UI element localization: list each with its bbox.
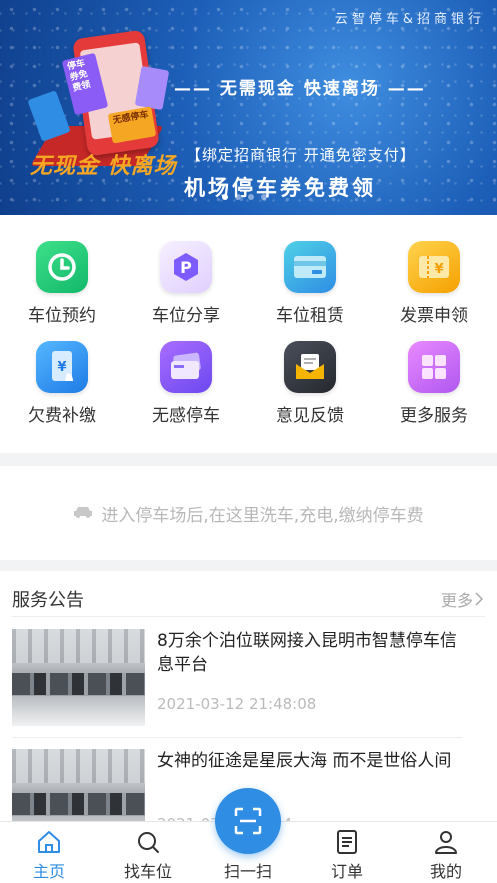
service-invoice[interactable]: ¥ 发票申领 — [372, 241, 496, 326]
tab-find-space[interactable]: 找车位 — [108, 828, 188, 882]
news-date: 2021-03-12 21:48:08 — [157, 695, 317, 713]
user-icon — [406, 828, 486, 856]
carousel-dots[interactable] — [222, 194, 267, 200]
service-reserve-space[interactable]: 车位预约 — [0, 241, 124, 326]
scan-button[interactable] — [215, 788, 281, 854]
thumb-floor — [12, 696, 145, 726]
carousel-dot[interactable] — [248, 194, 254, 200]
tip-text: 进入停车场后,在这里洗车,充电,缴纳停车费 — [101, 505, 424, 526]
order-list-icon — [307, 828, 387, 856]
chevron-right-icon — [475, 591, 484, 606]
parking-p-icon: P — [160, 241, 212, 293]
announcement-header: 服务公告 更多 — [12, 581, 485, 617]
service-label: 车位租赁 — [276, 306, 344, 326]
card-icon — [284, 241, 336, 293]
news-title: 8万余个泊位联网接入昆明市智慧停车信息平台 — [157, 631, 457, 675]
clock-icon — [36, 241, 88, 293]
service-label: 意见反馈 — [276, 406, 344, 426]
promo-banner[interactable]: 云智停车&招商银行 停车券免费领 无感停车 无现金 快离场 —— 无需现金 快速… — [0, 0, 497, 215]
service-label: 车位预约 — [28, 306, 96, 326]
banner-bind-text: 【绑定招商银行 开通免密支付】 — [186, 146, 416, 164]
thumb-cars — [12, 673, 145, 695]
banner-headline: 机场停车券免费领 — [184, 176, 376, 200]
service-share-space[interactable]: P 车位分享 — [124, 241, 248, 326]
tab-home[interactable]: 主页 — [9, 828, 89, 882]
search-icon — [108, 828, 188, 856]
svg-text:¥: ¥ — [434, 262, 443, 277]
contactless-card-icon — [160, 341, 212, 393]
news-thumbnail — [12, 629, 145, 726]
news-item[interactable]: 8万余个泊位联网接入昆明市智慧停车信息平台 2021-03-12 21:48:0… — [12, 629, 462, 739]
tab-label: 找车位 — [123, 862, 172, 881]
news-thumbnail — [12, 749, 145, 823]
mail-icon — [284, 341, 336, 393]
ticket-graphic — [134, 65, 170, 111]
tab-label: 我的 — [429, 862, 462, 881]
thumb-cars — [12, 793, 145, 815]
carousel-dot[interactable] — [222, 194, 228, 200]
service-feedback[interactable]: 意见反馈 — [248, 341, 372, 426]
more-label: 更多 — [440, 590, 473, 610]
tab-orders[interactable]: 订单 — [307, 828, 387, 882]
service-label: 无感停车 — [152, 406, 220, 426]
banner-brand: 云智停车&招商银行 — [334, 12, 485, 27]
service-grid: 车位预约 P 车位分享 车位租赁 ¥ 发票申领 ¥ 欠费补缴 无感停车 意见反馈… — [0, 215, 497, 453]
scan-icon — [234, 807, 262, 835]
parking-tip[interactable]: 进入停车场后,在这里洗车,充电,缴纳停车费 — [0, 466, 497, 560]
service-rent-space[interactable]: 车位租赁 — [248, 241, 372, 326]
tab-mine[interactable]: 我的 — [406, 828, 486, 882]
home-icon — [9, 828, 89, 856]
service-label: 发票申领 — [400, 306, 468, 326]
yen-ticket-icon: ¥ — [408, 241, 460, 293]
service-label: 更多服务 — [400, 406, 468, 426]
car-icon — [73, 504, 93, 523]
divider — [12, 737, 462, 738]
news-title: 女神的征途是星辰大海 而不是世俗人间 — [157, 751, 452, 771]
svg-text:¥: ¥ — [57, 360, 66, 375]
service-more[interactable]: 更多服务 — [372, 341, 496, 426]
carousel-dot[interactable] — [261, 194, 267, 200]
banner-slogan: —— 无需现金 快速离场 —— — [174, 79, 426, 99]
service-label: 欠费补缴 — [28, 406, 96, 426]
phone-pay-icon: ¥ — [36, 341, 88, 393]
thumb-ceiling — [12, 749, 145, 783]
grid-icon — [408, 341, 460, 393]
tab-label: 主页 — [32, 862, 65, 881]
carousel-dot[interactable] — [235, 194, 241, 200]
app-screen: 云智停车&招商银行 停车券免费领 无感停车 无现金 快离场 —— 无需现金 快速… — [0, 0, 497, 883]
banner-script-text: 无现金 快离场 — [30, 154, 177, 179]
more-link[interactable]: 更多 — [441, 587, 485, 611]
thumb-ceiling — [12, 629, 145, 663]
service-contactless-parking[interactable]: 无感停车 — [124, 341, 248, 426]
service-label: 车位分享 — [152, 306, 220, 326]
tab-label: 扫一扫 — [223, 862, 272, 881]
svg-text:P: P — [180, 258, 192, 277]
service-pay-arrears[interactable]: ¥ 欠费补缴 — [0, 341, 124, 426]
announcement-section: 服务公告 更多 8万余个泊位联网接入昆明市智慧停车信息平台 2021-03-12… — [0, 571, 497, 823]
announcement-title: 服务公告 — [12, 589, 84, 611]
tab-label: 订单 — [330, 862, 363, 881]
